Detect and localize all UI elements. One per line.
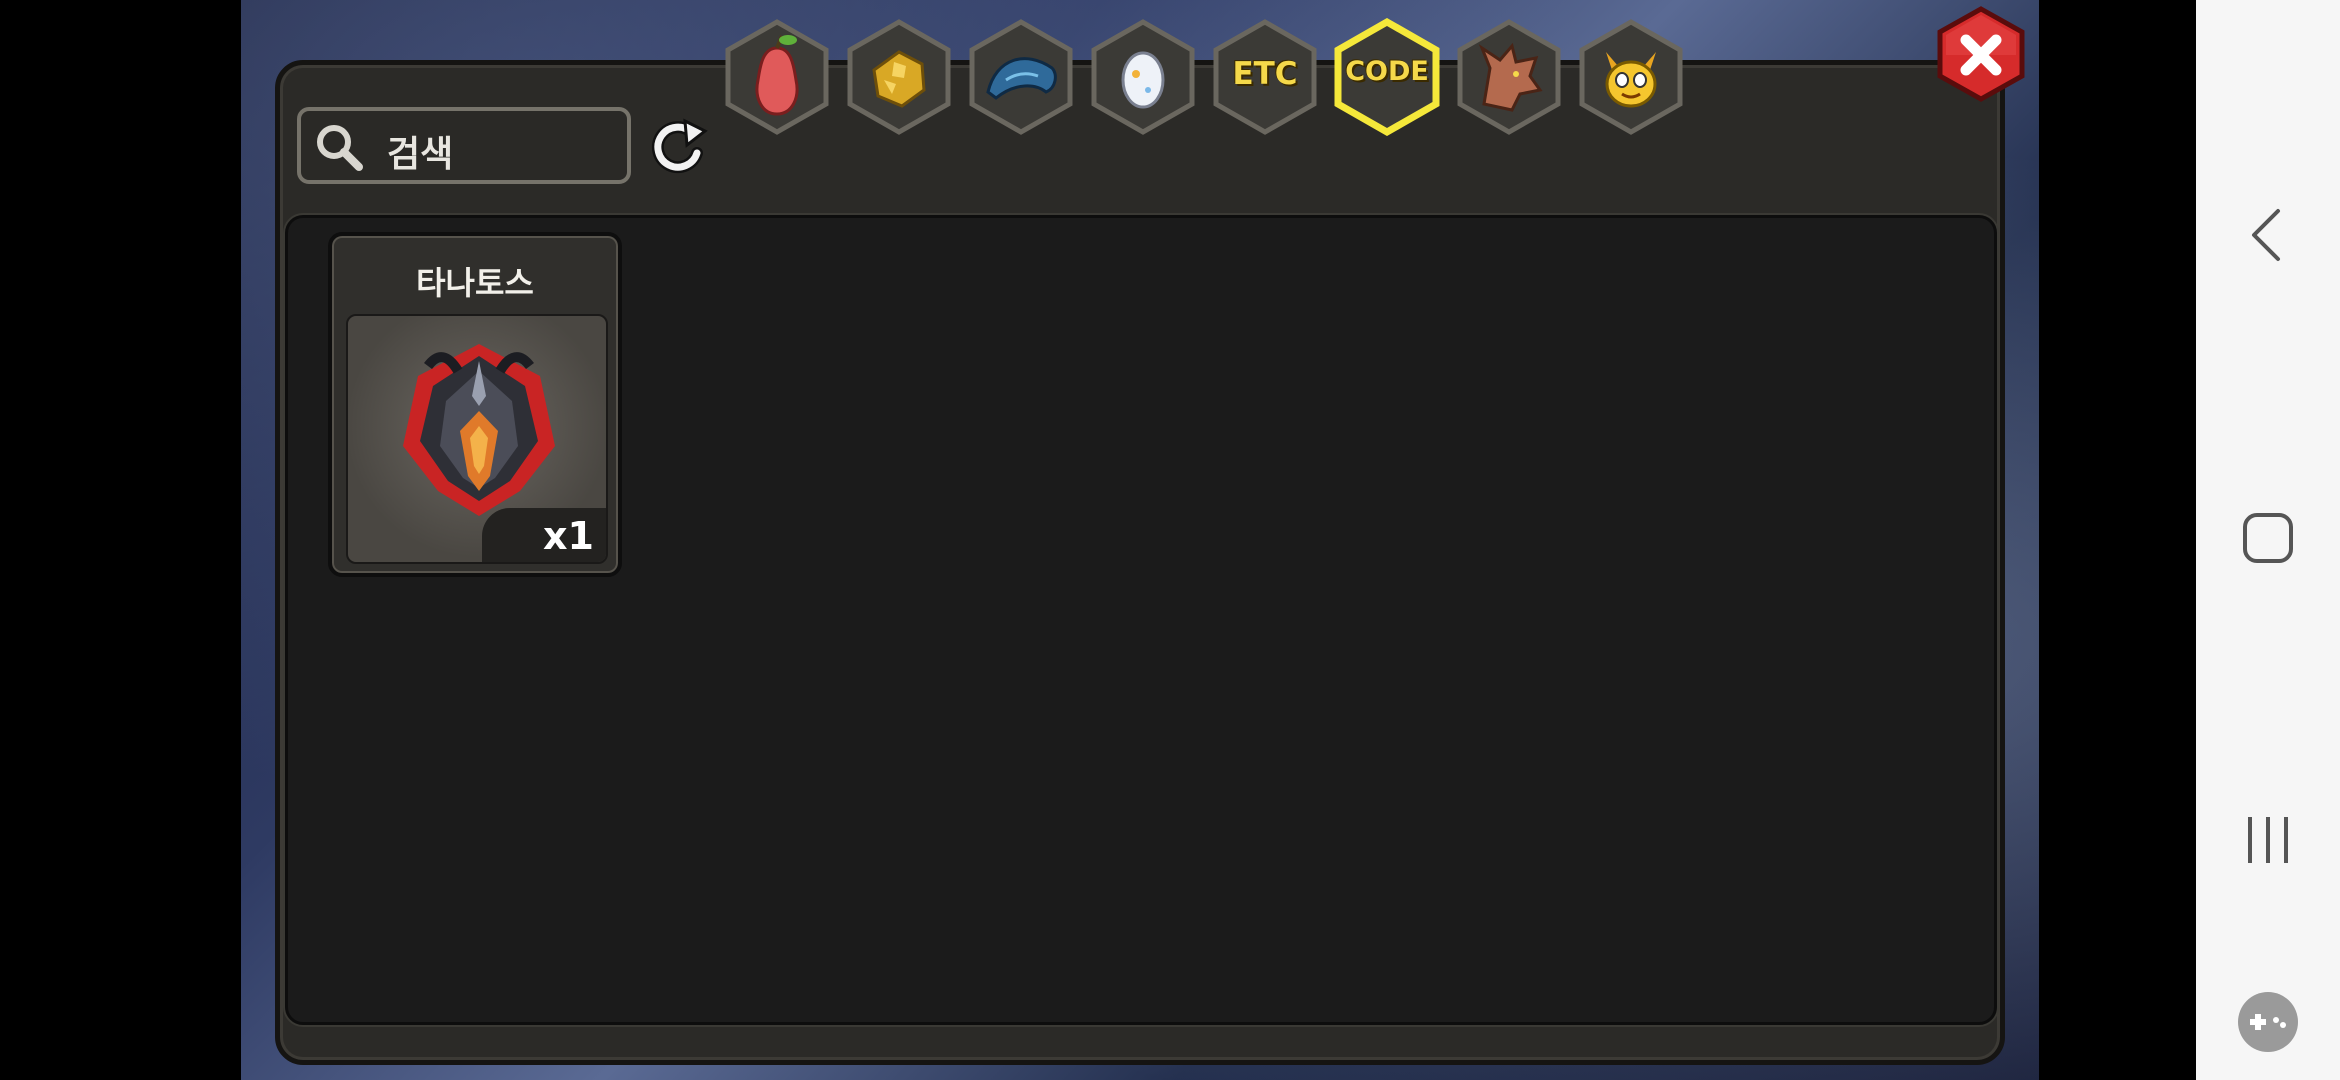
close-button[interactable] xyxy=(1934,5,2028,103)
item-card[interactable]: 타나토스 x1 xyxy=(328,232,622,577)
tab-scale[interactable] xyxy=(966,18,1076,136)
game-tools-button[interactable] xyxy=(2196,982,2340,1062)
search-placeholder: 검색 xyxy=(387,134,454,175)
tab-code-label: CODE xyxy=(1345,56,1429,87)
refresh-button[interactable] xyxy=(647,117,709,179)
system-nav-bar xyxy=(2196,0,2340,1080)
back-button[interactable] xyxy=(2196,195,2340,275)
yellow-monster-icon xyxy=(1605,52,1657,108)
recents-button[interactable] xyxy=(2196,800,2340,880)
tab-egg[interactable] xyxy=(1088,18,1198,136)
dragon-head-icon xyxy=(1478,42,1543,112)
tab-fruit[interactable] xyxy=(722,18,832,136)
home-button[interactable] xyxy=(2196,498,2340,578)
egg-icon xyxy=(1121,51,1165,109)
recents-icon xyxy=(2248,817,2288,863)
blue-scale-icon xyxy=(986,57,1057,100)
gold-ore-icon xyxy=(872,50,926,108)
refresh-icon xyxy=(651,118,708,174)
close-icon xyxy=(1937,6,2025,102)
tab-dragon[interactable] xyxy=(1454,18,1564,136)
tab-monster[interactable] xyxy=(1576,18,1686,136)
search-icon xyxy=(317,125,363,171)
tab-etc[interactable]: ETC xyxy=(1210,18,1320,136)
tab-code[interactable]: CODE xyxy=(1332,18,1442,136)
back-icon xyxy=(2252,209,2280,261)
item-image: x1 xyxy=(346,314,608,564)
item-name: 타나토스 xyxy=(416,264,534,302)
gamepad-icon xyxy=(2238,992,2298,1052)
tab-ore[interactable] xyxy=(844,18,954,136)
tab-etc-label: ETC xyxy=(1232,56,1298,92)
home-icon xyxy=(2243,513,2293,563)
item-quantity: x1 xyxy=(482,508,606,562)
search-input[interactable]: 검색 xyxy=(297,107,631,184)
pear-icon xyxy=(755,35,799,116)
